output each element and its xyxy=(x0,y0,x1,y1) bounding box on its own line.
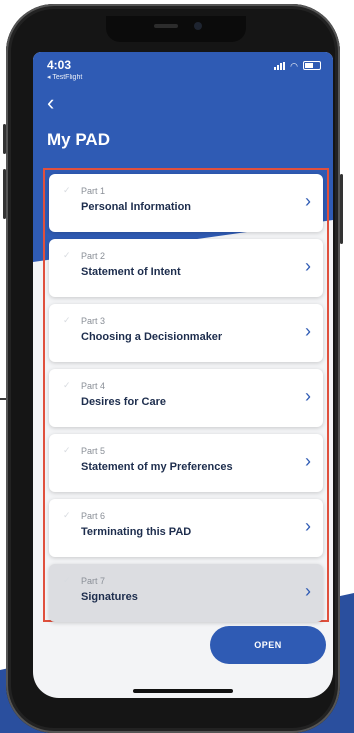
check-icon: ✓ xyxy=(63,575,71,585)
check-icon: ✓ xyxy=(63,250,71,260)
part-title: Statement of Intent xyxy=(81,266,181,278)
part-card-personal-information[interactable]: ✓ Part 1 Personal Information › xyxy=(49,174,323,232)
phone-notch xyxy=(106,16,246,42)
check-icon: ✓ xyxy=(63,185,71,195)
phone-frame: 4:03 ◂ TestFlight ◠ ‹ My PAD ✓ Part 1 Pe… xyxy=(3,4,343,733)
part-card-statement-of-my-preferences[interactable]: ✓ Part 5 Statement of my Preferences › xyxy=(49,434,323,492)
part-number: Part 6 xyxy=(81,511,106,521)
chevron-right-icon: › xyxy=(305,451,311,471)
check-icon: ✓ xyxy=(63,510,71,520)
front-camera xyxy=(194,22,202,30)
chevron-right-icon: › xyxy=(305,321,311,341)
chevron-right-icon: › xyxy=(305,581,311,601)
parts-list: ✓ Part 1 Personal Information › ✓ Part 2… xyxy=(43,168,329,622)
home-indicator[interactable] xyxy=(133,689,233,693)
chevron-right-icon: › xyxy=(305,256,311,276)
part-card-statement-of-intent[interactable]: ✓ Part 2 Statement of Intent › xyxy=(49,239,323,297)
cellular-signal-icon xyxy=(274,61,286,70)
part-title: Statement of my Preferences xyxy=(81,461,233,473)
status-bar: 4:03 ◂ TestFlight ◠ xyxy=(47,58,321,81)
part-card-desires-for-care[interactable]: ✓ Part 4 Desires for Care › xyxy=(49,369,323,427)
part-title: Signatures xyxy=(81,591,138,603)
part-card-terminating-this-pad[interactable]: ✓ Part 6 Terminating this PAD › xyxy=(49,499,323,557)
open-button[interactable]: OPEN xyxy=(210,626,326,664)
chevron-right-icon: › xyxy=(305,516,311,536)
app-screen: 4:03 ◂ TestFlight ◠ ‹ My PAD ✓ Part 1 Pe… xyxy=(33,52,333,698)
chevron-left-icon[interactable]: ‹ xyxy=(47,92,69,114)
chevron-right-icon: › xyxy=(305,191,311,211)
wifi-icon: ◠ xyxy=(290,60,298,71)
part-title: Desires for Care xyxy=(81,396,166,408)
part-number: Part 1 xyxy=(81,186,106,196)
back-to-testflight-link[interactable]: ◂ TestFlight xyxy=(47,73,321,81)
check-icon: ✓ xyxy=(63,445,71,455)
part-number: Part 5 xyxy=(81,446,106,456)
part-number: Part 2 xyxy=(81,251,106,261)
phone-side-button xyxy=(3,124,6,154)
part-title: Personal Information xyxy=(81,201,192,213)
phone-side-button xyxy=(340,174,343,244)
part-card-signatures[interactable]: ✓ Part 7 Signatures › xyxy=(49,564,323,622)
speaker-grille xyxy=(154,24,178,28)
battery-icon xyxy=(303,61,321,70)
part-number: Part 4 xyxy=(81,381,106,391)
chevron-right-icon: › xyxy=(305,386,311,406)
check-icon: ✓ xyxy=(63,315,71,325)
part-card-choosing-a-decisionmaker[interactable]: ✓ Part 3 Choosing a Decisionmaker › xyxy=(49,304,323,362)
phone-side-button xyxy=(3,169,6,219)
status-icons: ◠ xyxy=(274,61,321,70)
page-title: My PAD xyxy=(47,130,110,149)
part-number: Part 3 xyxy=(81,316,106,326)
check-icon: ✓ xyxy=(63,380,71,390)
part-title: Terminating this PAD xyxy=(81,526,192,538)
part-number: Part 7 xyxy=(81,576,106,586)
part-title: Choosing a Decisionmaker xyxy=(81,331,223,343)
